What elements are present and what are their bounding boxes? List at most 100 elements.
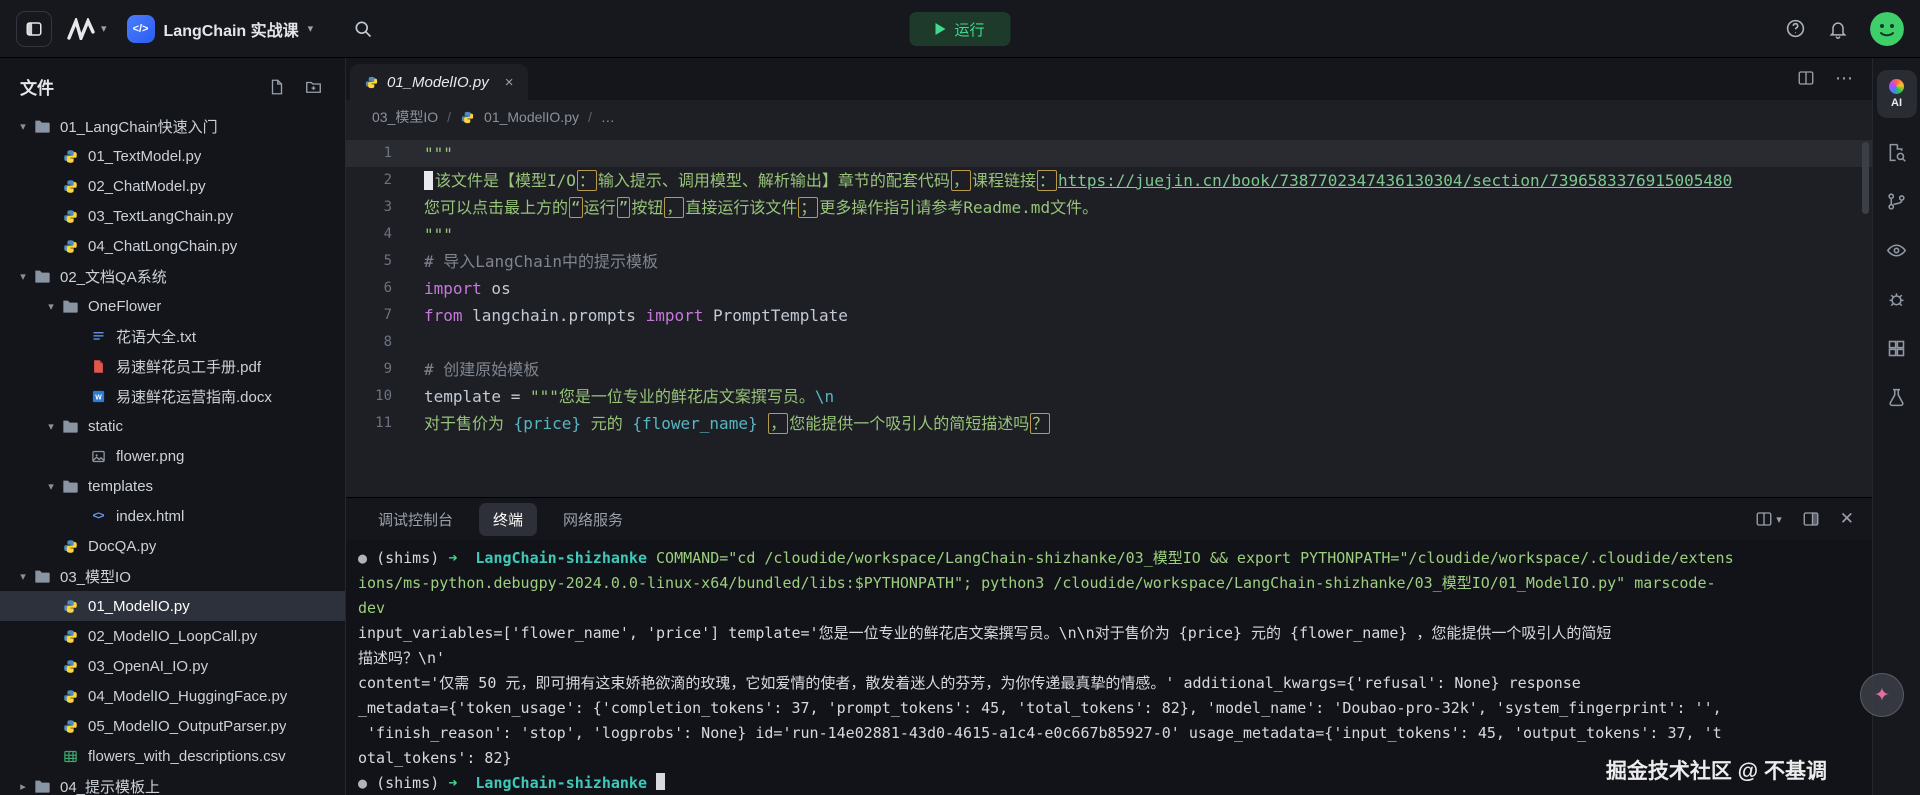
preview-button[interactable] xyxy=(1882,236,1911,265)
avatar-smiley-icon xyxy=(1870,12,1904,46)
file-search-button[interactable] xyxy=(1882,138,1911,167)
file-label: flowers_with_descriptions.csv xyxy=(88,748,286,765)
code-line: 4""" xyxy=(346,221,1872,248)
breadcrumb-symbol[interactable]: … xyxy=(601,109,615,125)
notifications-button[interactable] xyxy=(1828,19,1848,39)
tree-file[interactable]: 05_ModelIO_OutputParser.py xyxy=(0,711,345,741)
split-editor-button[interactable] xyxy=(1797,69,1815,87)
bug-icon xyxy=(1886,289,1907,310)
sidebar-toggle-button[interactable] xyxy=(16,11,52,47)
new-folder-button[interactable] xyxy=(304,78,323,96)
folder-icon xyxy=(32,269,52,283)
tree-folder[interactable]: ▾OneFlower xyxy=(0,291,345,321)
line-number: 2 xyxy=(346,167,392,194)
tree-folder[interactable]: ▾01_LangChain快速入门 xyxy=(0,111,345,141)
tree-file[interactable]: 04_ChatLongChain.py xyxy=(0,231,345,261)
panel-close-button[interactable]: ✕ xyxy=(1840,509,1854,529)
more-actions-button[interactable]: ⋯ xyxy=(1835,73,1854,83)
tree-file[interactable]: flowers_with_descriptions.csv xyxy=(0,741,345,771)
debug-button[interactable] xyxy=(1882,285,1911,314)
py-icon xyxy=(60,599,80,614)
tree-file[interactable]: 花语大全.txt xyxy=(0,321,345,351)
editor-group: 01_ModelIO.py × ⋯ 03_模型IO / xyxy=(346,58,1872,795)
terminal-line: ions/ms-python.debugpy-2024.0.0-linux-x6… xyxy=(358,571,1872,596)
tree-file[interactable]: <>index.html xyxy=(0,501,345,531)
search-icon xyxy=(353,19,373,39)
chevron-icon: ▾ xyxy=(14,570,32,583)
code-line: 5# 导入LangChain中的提示模板 xyxy=(346,248,1872,275)
test-button[interactable] xyxy=(1882,383,1911,412)
panel-tab[interactable]: 网络服务 xyxy=(549,503,637,536)
search-button[interactable] xyxy=(353,19,373,39)
breadcrumb-folder[interactable]: 03_模型IO xyxy=(372,107,438,127)
tree-file[interactable]: 04_ModelIO_HuggingFace.py xyxy=(0,681,345,711)
tree-folder[interactable]: ▾03_模型IO xyxy=(0,561,345,591)
file-label: 04_ChatLongChain.py xyxy=(88,238,237,255)
code-editor[interactable]: 1"""2该文件是【模型I/O：输入提示、调用模型、解析输出】章节的配套代码，课… xyxy=(346,134,1872,497)
tree-file[interactable]: 易速鲜花员工手册.pdf xyxy=(0,351,345,381)
line-number: 3 xyxy=(346,194,392,221)
code-url-link[interactable]: https://juejin.cn/book/73877023474361303… xyxy=(1058,171,1732,190)
tree-file[interactable]: 02_ChatModel.py xyxy=(0,171,345,201)
tree-file[interactable]: W易速鲜花运营指南.docx xyxy=(0,381,345,411)
file-label: 01_TextModel.py xyxy=(88,148,201,165)
py-icon xyxy=(60,209,80,224)
extensions-button[interactable] xyxy=(1882,334,1911,363)
code-line: 3您可以点击最上方的“运行”按钮，直接运行该文件；更多操作指引请参考Readme… xyxy=(346,194,1872,221)
workspace-badge-icon: </> xyxy=(127,15,155,43)
code-line: 1""" xyxy=(346,140,1872,167)
terminal-line: 描述吗？\n' xyxy=(358,646,1872,671)
tree-folder[interactable]: ▸04_提示模板上 xyxy=(0,771,345,795)
code-line: 8 xyxy=(346,329,1872,356)
run-button[interactable]: 运行 xyxy=(909,12,1010,46)
line-number: 1 xyxy=(346,140,392,167)
file-label: 易速鲜花员工手册.pdf xyxy=(116,356,261,377)
tree-folder[interactable]: ▾templates xyxy=(0,471,345,501)
tree-file[interactable]: 01_TextModel.py xyxy=(0,141,345,171)
flask-icon xyxy=(1886,387,1907,408)
html-icon: <> xyxy=(88,510,108,522)
editor-tab[interactable]: 01_ModelIO.py × xyxy=(350,64,528,100)
breadcrumb-separator: / xyxy=(447,109,451,125)
folder-icon xyxy=(32,119,52,133)
panel-tab[interactable]: 终端 xyxy=(479,503,537,536)
tree-file[interactable]: DocQA.py xyxy=(0,531,345,561)
git-branch-icon xyxy=(1886,191,1907,212)
tree-file[interactable]: 01_ModelIO.py xyxy=(0,591,345,621)
floating-assistant-badge[interactable]: ✦ xyxy=(1860,673,1904,717)
code-line: 2该文件是【模型I/O：输入提示、调用模型、解析输出】章节的配套代码，课程链接：… xyxy=(346,167,1872,194)
ai-label: AI xyxy=(1891,97,1902,109)
panel-tab[interactable]: 调试控制台 xyxy=(364,503,467,536)
new-file-button[interactable] xyxy=(268,78,286,96)
panel-layout-button[interactable]: ▾ xyxy=(1755,510,1782,528)
tree-folder[interactable]: ▾02_文档QA系统 xyxy=(0,261,345,291)
file-label: 01_ModelIO.py xyxy=(88,598,190,615)
py-icon xyxy=(60,539,80,554)
line-number: 8 xyxy=(346,329,392,356)
file-label: static xyxy=(88,418,123,435)
py-icon xyxy=(60,149,80,164)
new-file-icon xyxy=(268,78,286,96)
terminal-line: _metadata={'token_usage': {'completion_t… xyxy=(358,696,1872,721)
help-button[interactable] xyxy=(1785,18,1806,39)
file-label: 04_提示模板上 xyxy=(60,776,160,795)
breadcrumb-separator: / xyxy=(588,109,592,125)
tree-file[interactable]: flower.png xyxy=(0,441,345,471)
tree-file[interactable]: 03_OpenAI_IO.py xyxy=(0,651,345,681)
panel-position-button[interactable] xyxy=(1802,510,1820,528)
breadcrumb-file[interactable]: 01_ModelIO.py xyxy=(484,109,579,125)
tree-folder[interactable]: ▾static xyxy=(0,411,345,441)
app-logo[interactable]: ▾ xyxy=(64,18,109,40)
ai-assistant-button[interactable]: AI xyxy=(1877,70,1917,118)
tree-file[interactable]: 03_TextLangChain.py xyxy=(0,201,345,231)
workspace-switcher[interactable]: </> LangChain 实战课 ▾ xyxy=(127,15,314,43)
folder-icon xyxy=(60,479,80,493)
editor-scrollbar[interactable] xyxy=(1862,142,1869,214)
avatar[interactable] xyxy=(1870,12,1904,46)
topbar-right xyxy=(1785,12,1904,46)
source-control-button[interactable] xyxy=(1882,187,1911,216)
tab-close-icon[interactable]: × xyxy=(505,74,514,91)
tab-strip: 01_ModelIO.py × ⋯ xyxy=(346,58,1872,100)
file-label: 02_ModelIO_LoopCall.py xyxy=(88,628,257,645)
tree-file[interactable]: 02_ModelIO_LoopCall.py xyxy=(0,621,345,651)
